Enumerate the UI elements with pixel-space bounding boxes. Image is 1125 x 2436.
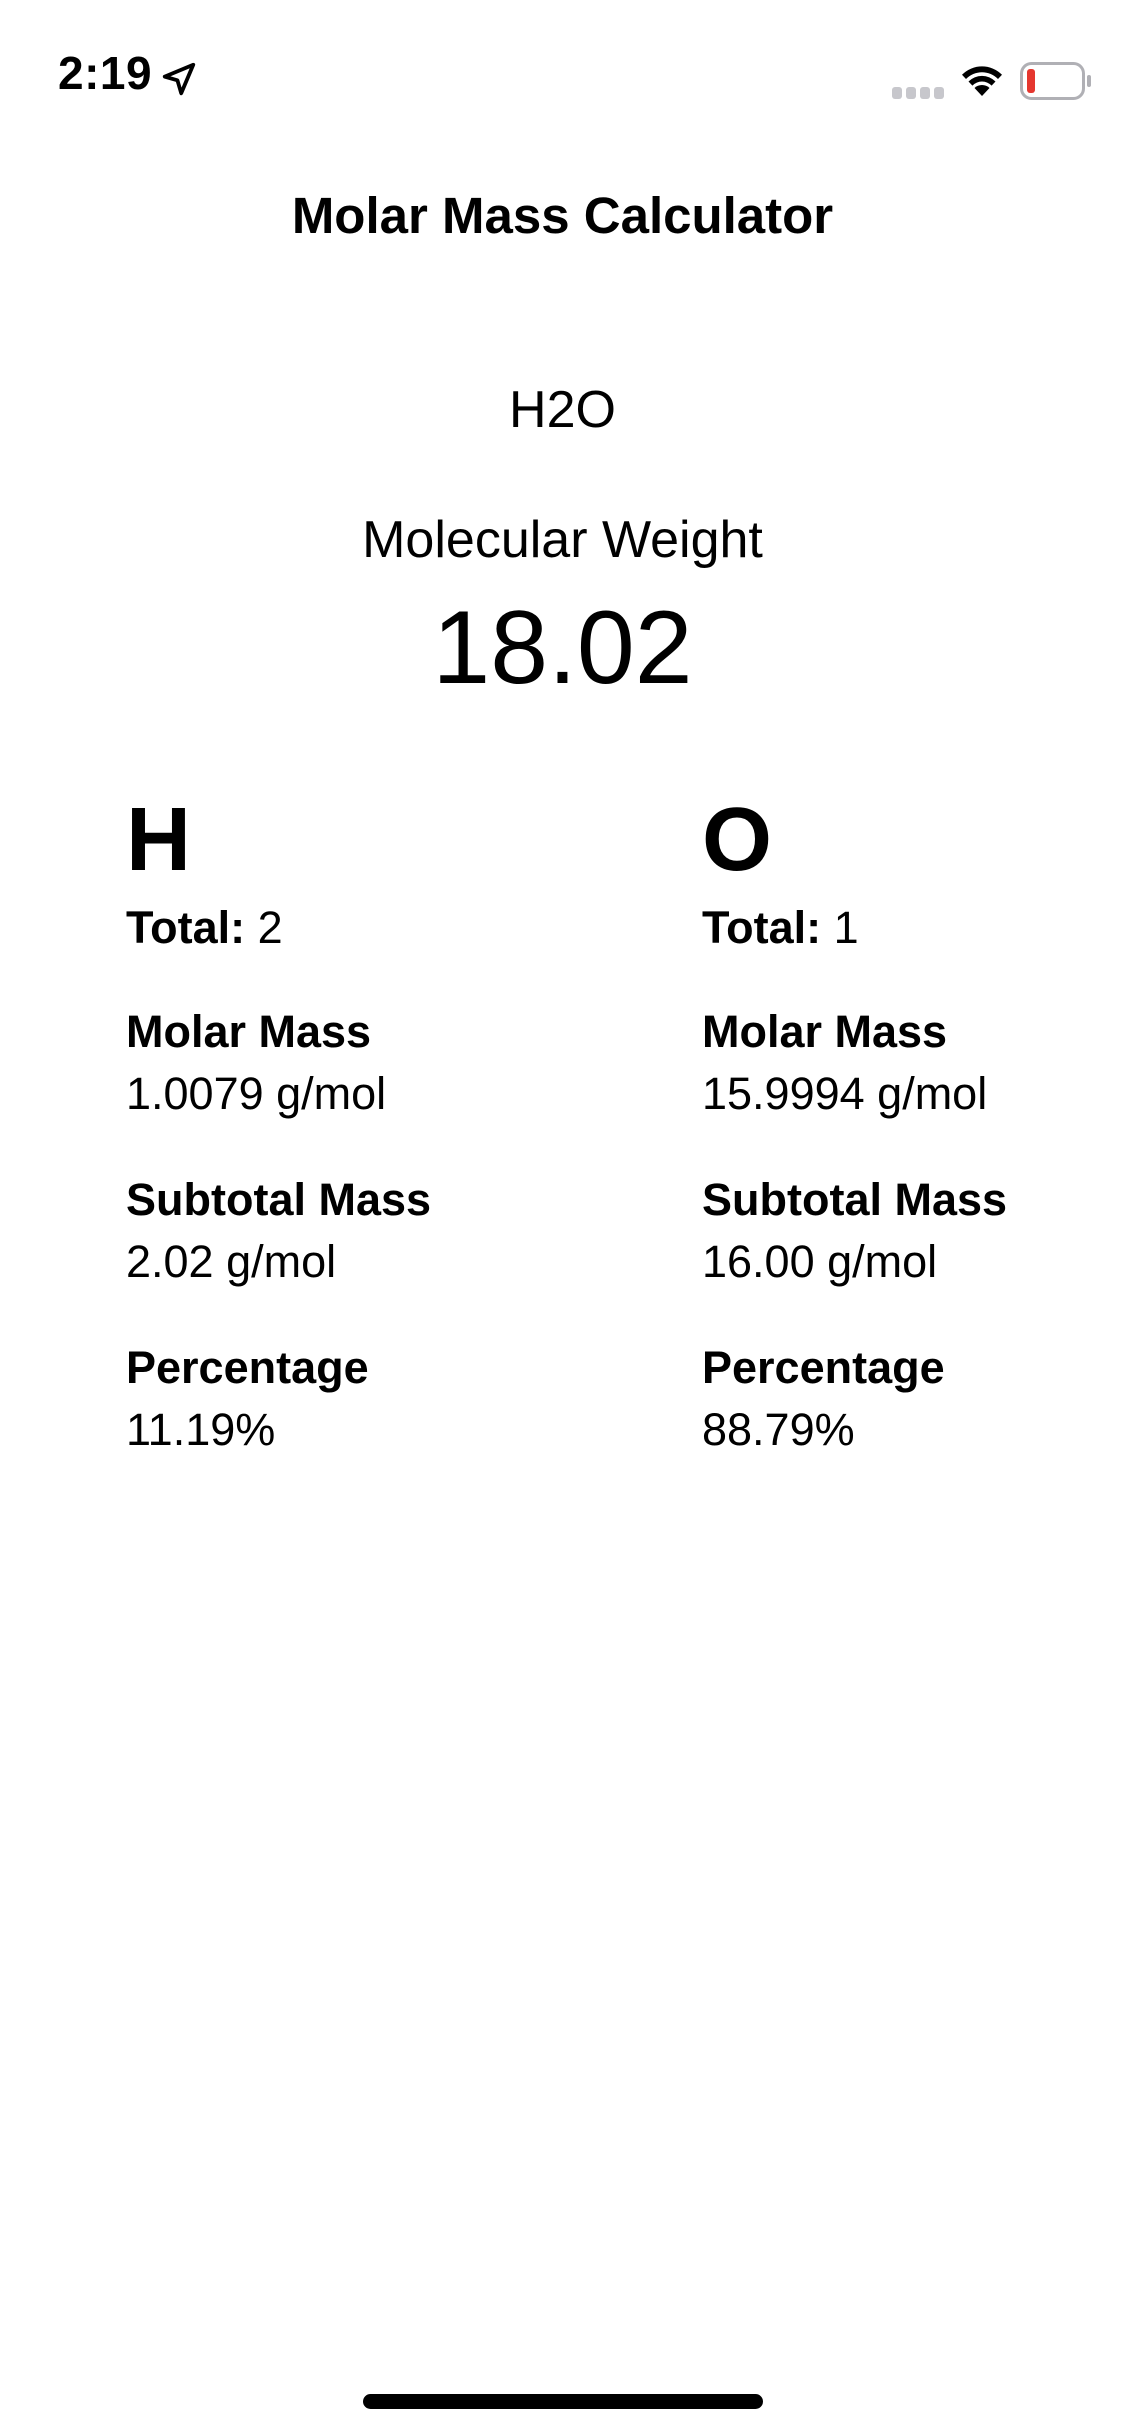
subtotal-mass-value: 16.00 g/mol [702,1236,938,1287]
subtotal-mass-label: Subtotal Mass [126,1174,432,1225]
molar-mass-label: Molar Mass [702,1006,948,1057]
total-value: 1 [833,902,859,953]
total-value: 2 [257,902,283,953]
molecular-weight-value: 18.02 [432,590,693,706]
percentage-field: Percentage 88.79% [702,1340,1125,1458]
page-title: Molar Mass Calculator [291,187,834,244]
molar-mass-field: Molar Mass 1.0079 g/mol [126,1004,566,1122]
element-symbol: H [126,790,191,890]
status-time: 2:19 [58,47,153,99]
molar-mass-field: Molar Mass 15.9994 g/mol [702,1004,1125,1122]
wifi-icon [962,66,1002,96]
element-card-h: H Total: 2 Molar Mass 1.0079 g/mol Subto… [126,790,566,1458]
element-card-o: O Total: 1 Molar Mass 15.9994 g/mol Subt… [702,790,1125,1458]
total-label: Total: [702,902,822,953]
percentage-field: Percentage 11.19% [126,1340,566,1458]
battery-low-icon [1020,62,1091,100]
total-label: Total: [126,902,246,953]
molar-mass-value: 1.0079 g/mol [126,1068,387,1119]
element-total: Total: 2 [126,900,566,956]
status-bar: 2:19 [0,0,1125,132]
percentage-label: Percentage [702,1342,945,1393]
formula-text: H2O [509,381,616,439]
signal-icon [892,87,944,99]
home-indicator[interactable] [363,2394,763,2409]
percentage-value: 11.19% [126,1404,276,1455]
subtotal-mass-field: Subtotal Mass 16.00 g/mol [702,1172,1125,1290]
molar-mass-value: 15.9994 g/mol [702,1068,988,1119]
subtotal-mass-label: Subtotal Mass [702,1174,1008,1225]
percentage-label: Percentage [126,1342,369,1393]
element-total: Total: 1 [702,900,1125,956]
location-arrow-icon [162,62,196,96]
subtotal-mass-field: Subtotal Mass 2.02 g/mol [126,1172,566,1290]
molar-mass-label: Molar Mass [126,1006,372,1057]
percentage-value: 88.79% [702,1404,855,1455]
molecular-weight-label: Molecular Weight [362,511,763,569]
subtotal-mass-value: 2.02 g/mol [126,1236,337,1287]
element-symbol: O [702,790,773,890]
